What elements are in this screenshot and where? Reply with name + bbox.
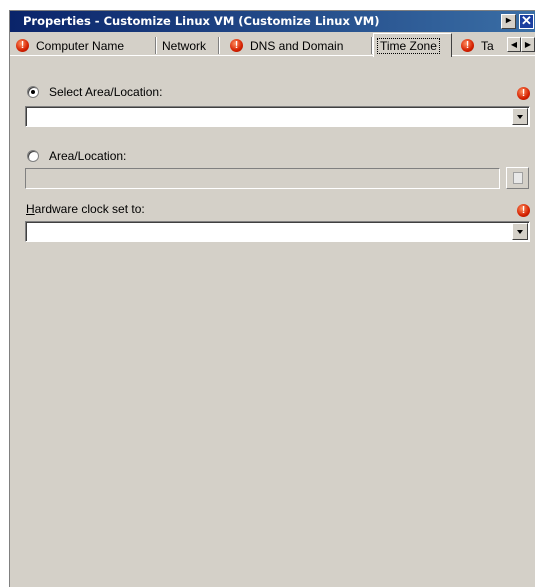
select-area-radio[interactable] [27, 86, 39, 98]
close-button[interactable]: ✕ [519, 14, 534, 29]
tab-scroll-right-button[interactable]: ▶ [521, 37, 535, 52]
select-area-label: Select Area/Location: [49, 85, 163, 99]
window-menu-button[interactable]: ▸ [501, 14, 516, 29]
area-location-label: Area/Location: [49, 149, 127, 163]
hardware-clock-label-text: ardware clock set to: [34, 202, 145, 216]
select-area-error-icon: ! [517, 87, 530, 100]
properties-dialog: Properties - Customize Linux VM (Customi… [9, 10, 535, 587]
tab-time-zone[interactable]: Time Zone [373, 33, 452, 57]
tab-label: Network [162, 38, 207, 53]
hardware-clock-combobox[interactable] [25, 221, 530, 242]
area-location-radio-row[interactable]: Area/Location: [27, 149, 126, 163]
window-title: Properties - Customize Linux VM (Customi… [23, 14, 380, 28]
hardware-clock-label: Hardware clock set to: [26, 202, 145, 216]
area-location-field[interactable] [25, 168, 500, 189]
error-icon: ! [461, 39, 474, 52]
tab-label: Computer Name [36, 38, 125, 53]
tab-label: Ta [481, 38, 494, 53]
hardware-clock-error-icon: ! [517, 204, 530, 217]
tab-network[interactable]: Network [157, 35, 220, 56]
tab-dns-and-domain[interactable]: ! DNS and Domain [220, 35, 373, 56]
title-bar[interactable]: Properties - Customize Linux VM (Customi… [10, 11, 535, 32]
error-icon: ! [230, 39, 243, 52]
tab-strip: ! Computer Name Network ! DNS and Domain… [10, 33, 535, 57]
area-location-radio[interactable] [27, 150, 39, 162]
chevron-down-icon[interactable] [512, 108, 528, 125]
tab-scroll-buttons: ◀ ▶ [507, 37, 535, 52]
browse-button[interactable] [506, 167, 529, 189]
hardware-clock-accelerator: H [26, 202, 35, 216]
chevron-down-icon[interactable] [512, 223, 528, 240]
error-icon: ! [16, 39, 29, 52]
select-area-combobox[interactable] [25, 106, 530, 127]
tab-computer-name[interactable]: ! Computer Name [14, 35, 157, 56]
tab-label: Time Zone [377, 37, 440, 54]
tab-scroll-left-button[interactable]: ◀ [507, 37, 521, 52]
browse-icon [513, 172, 523, 184]
tab-ta[interactable]: ! Ta [454, 35, 507, 56]
tab-label: DNS and Domain [250, 38, 344, 53]
select-area-radio-row[interactable]: Select Area/Location: [27, 85, 162, 99]
